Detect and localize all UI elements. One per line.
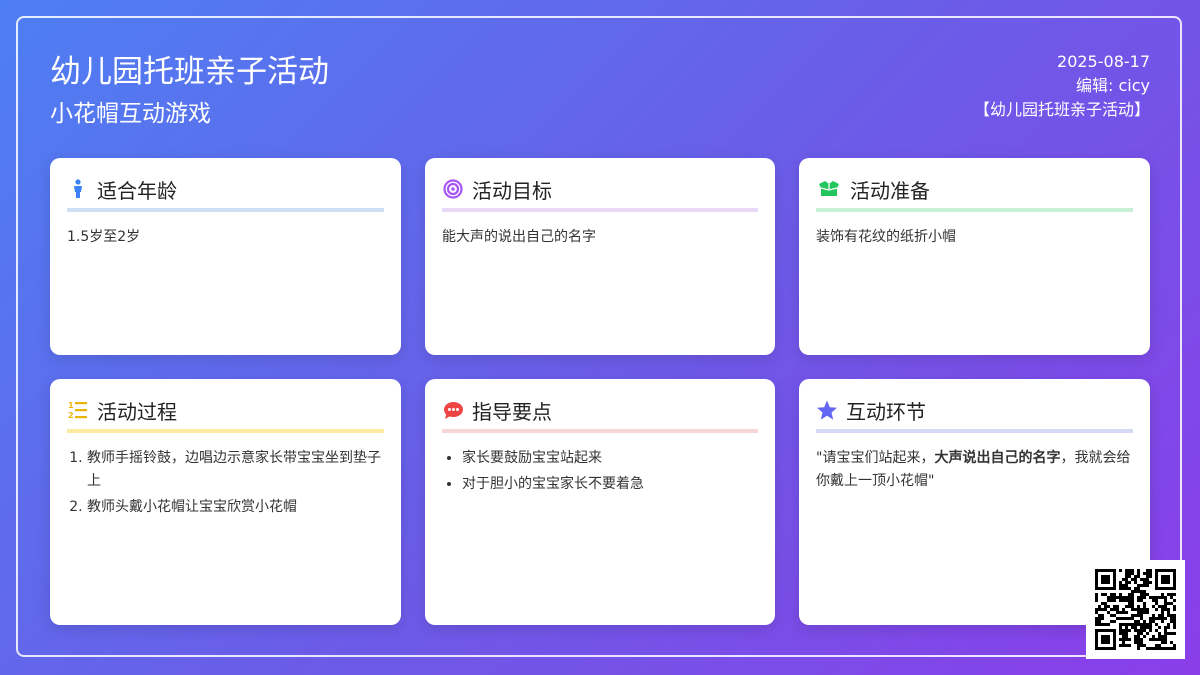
card-goal: 活动目标 能大声的说出自己的名字 bbox=[425, 158, 775, 355]
card-prep-title: 活动准备 bbox=[850, 178, 930, 203]
qr-code-image bbox=[1095, 569, 1176, 650]
target-icon bbox=[442, 178, 464, 200]
card-process-body: 教师手摇铃鼓，边唱边示意家长带宝宝坐到垫子上 教师头戴小花帽让宝宝欣赏小花帽 bbox=[67, 447, 384, 519]
page-subtitle: 小花帽互动游戏 bbox=[50, 101, 211, 127]
card-process-title: 活动过程 bbox=[97, 399, 177, 424]
chat-icon bbox=[442, 399, 464, 421]
card-age-text: 1.5岁至2岁 bbox=[67, 229, 141, 245]
interact-quote-start: "请宝宝们站起来， bbox=[816, 450, 935, 466]
card-process: 12 活动过程 教师手摇铃鼓，边唱边示意家长带宝宝坐到垫子上 教师头戴小花帽让宝… bbox=[50, 379, 401, 625]
card-age-header: 适合年龄 bbox=[67, 174, 384, 212]
tag-text: 【幼儿园托班亲子活动】 bbox=[973, 100, 1150, 119]
meta-info: 2025-08-17 编辑: cicy 【幼儿园托班亲子活动】 bbox=[974, 50, 1150, 122]
card-goal-title: 活动目标 bbox=[472, 178, 552, 203]
card-prep: 活动准备 装饰有花纹的纸折小帽 bbox=[799, 158, 1150, 355]
box-icon bbox=[816, 178, 842, 200]
card-goal-text: 能大声的说出自己的名字 bbox=[442, 229, 596, 245]
date-text: 2025-08-17 bbox=[1057, 52, 1150, 71]
card-process-header: 12 活动过程 bbox=[67, 395, 384, 433]
editor-text: 编辑: cicy bbox=[1076, 76, 1150, 95]
guide-point-2: 对于胆小的宝宝家长不要着急 bbox=[462, 473, 758, 496]
svg-text:2: 2 bbox=[68, 411, 74, 420]
card-prep-header: 活动准备 bbox=[816, 174, 1133, 212]
card-guide-title: 指导要点 bbox=[472, 399, 552, 424]
card-guide: 指导要点 家长要鼓励宝宝站起来 对于胆小的宝宝家长不要着急 bbox=[425, 379, 775, 625]
card-interact-header: 互动环节 bbox=[816, 395, 1133, 433]
card-interact-text: "请宝宝们站起来，大声说出自己的名字，我就会给你戴上一顶小花帽" bbox=[816, 447, 1133, 493]
card-interact-title: 互动环节 bbox=[846, 399, 926, 424]
card-guide-header: 指导要点 bbox=[442, 395, 758, 433]
svg-text:1: 1 bbox=[68, 401, 74, 410]
guide-point-1: 家长要鼓励宝宝站起来 bbox=[462, 447, 758, 470]
qr-code[interactable] bbox=[1086, 560, 1185, 659]
card-prep-text: 装饰有花纹的纸折小帽 bbox=[816, 229, 956, 245]
card-age-title: 适合年龄 bbox=[97, 178, 177, 203]
process-step-2: 教师头戴小花帽让宝宝欣赏小花帽 bbox=[87, 496, 384, 519]
child-icon bbox=[67, 178, 89, 200]
process-list: 教师手摇铃鼓，边唱边示意家长带宝宝坐到垫子上 教师头戴小花帽让宝宝欣赏小花帽 bbox=[67, 447, 384, 519]
star-icon bbox=[816, 399, 838, 421]
card-age: 适合年龄 1.5岁至2岁 bbox=[50, 158, 401, 355]
page-title: 幼儿园托班亲子活动 bbox=[50, 54, 329, 90]
list-numbered-icon: 12 bbox=[67, 399, 89, 421]
guide-list: 家长要鼓励宝宝站起来 对于胆小的宝宝家长不要着急 bbox=[442, 447, 758, 496]
interact-quote-bold: 大声说出自己的名字 bbox=[934, 450, 1061, 466]
card-goal-header: 活动目标 bbox=[442, 174, 758, 212]
card-guide-body: 家长要鼓励宝宝站起来 对于胆小的宝宝家长不要着急 bbox=[442, 447, 758, 496]
process-step-1: 教师手摇铃鼓，边唱边示意家长带宝宝坐到垫子上 bbox=[87, 447, 384, 493]
